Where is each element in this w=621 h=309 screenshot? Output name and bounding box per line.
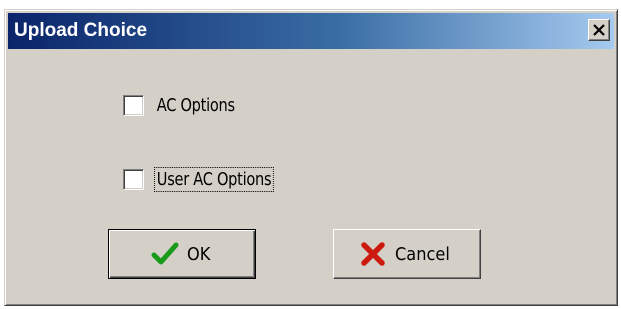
user-ac-options-checkbox[interactable] <box>123 168 144 190</box>
ok-button[interactable]: OK <box>108 229 256 279</box>
user-ac-options-option[interactable]: User AC Options <box>123 166 286 192</box>
ac-options-checkbox[interactable] <box>123 94 144 116</box>
cancel-button[interactable]: Cancel <box>333 229 481 279</box>
user-ac-options-label[interactable]: User AC Options <box>154 166 275 192</box>
cancel-button-label: Cancel <box>394 243 450 265</box>
close-x-icon <box>593 24 605 36</box>
checkmark-icon <box>151 242 179 265</box>
title-bar[interactable]: Upload Choice <box>8 13 614 49</box>
red-x-icon <box>360 242 385 266</box>
ok-button-label: OK <box>187 243 211 265</box>
dialog-title: Upload Choice <box>14 20 148 41</box>
upload-choice-dialog: Upload Choice AC Options User AC Options… <box>4 9 618 306</box>
close-button[interactable] <box>588 19 610 41</box>
ac-options-label[interactable]: AC Options <box>155 94 237 117</box>
ac-options-option[interactable]: AC Options <box>123 92 246 118</box>
